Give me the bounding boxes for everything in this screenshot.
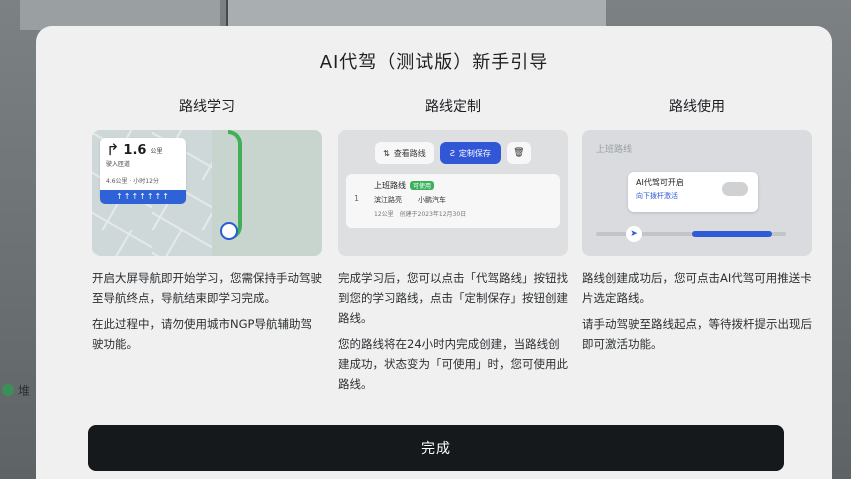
navigation-arrow-icon: ➤ [626, 226, 642, 242]
route-customize-illustration: ⇅ 查看路线 Ƨ 定制保存 🗑 1 上班路线 可使用 滨江路亮 小鹏汽车 12公… [338, 130, 568, 256]
column-route-customize: 路线定制 ⇅ 查看路线 Ƨ 定制保存 🗑 1 上班路线 可使用 滨江路亮 小鹏汽… [338, 96, 568, 394]
trash-icon: 🗑 [506, 142, 531, 164]
view-route-label: 查看路线 [393, 148, 426, 158]
vehicle-position-icon [220, 222, 238, 240]
route-created: 创建于2023年12月30日 [399, 211, 467, 218]
custom-save-label: 定制保存 [458, 148, 491, 158]
column-paragraph: 请手动驾驶至路线起点，等待拨杆提示出现后即可激活功能。 [582, 317, 812, 351]
route-status-badge: 可使用 [410, 181, 435, 190]
column-paragraph: 完成学习后，您可以点击「代驾路线」按钮找到您的学习路线，点击「定制保存」按钮创建… [338, 271, 568, 325]
push-route-label: 上班路线 [596, 145, 633, 155]
car-icon [722, 182, 748, 196]
column-title: 路线使用 [669, 99, 725, 115]
column-paragraph: 在此过程中，请勿使用城市NGP导航辅助驾驶功能。 [92, 317, 312, 351]
column-paragraph: 路线创建成功后，您可点击AI代驾可用推送卡片选定路线。 [582, 271, 812, 305]
route-index: 1 [354, 194, 360, 203]
done-button[interactable]: 完成 [88, 425, 784, 471]
route-icon: ⇅ [383, 148, 390, 158]
view-route-button: ⇅ 查看路线 [375, 142, 434, 164]
column-paragraph: 开启大屏导航即开始学习，您需保持手动驾驶至导航终点，导航结束即学习完成。 [92, 271, 322, 305]
nav-eta: 4.6公里 · 小时12分 [106, 178, 159, 185]
location-dot-icon [2, 384, 14, 396]
route-length: 12公里 [374, 211, 394, 218]
route-end: 小鹏汽车 [418, 196, 446, 204]
nav-distance: 1.6 [123, 142, 147, 158]
background-side-text: 堆 [18, 383, 31, 398]
route-name: 上班路线 [374, 181, 406, 190]
route-save-icon: Ƨ [449, 148, 455, 158]
push-progress-fill [692, 231, 772, 237]
nav-distance-unit: 公里 [150, 147, 163, 155]
custom-save-button: Ƨ 定制保存 [439, 142, 501, 164]
modal-title: AI代驾（测试版）新手引导 [319, 52, 549, 73]
route-card: 1 上班路线 可使用 滨江路亮 小鹏汽车 12公里 创建于2023年12月30日 [346, 174, 560, 228]
column-route-use: 路线使用 上班路线 AI代驾可开启 向下拨杆激活 ➤ 路线创建成功后，您可点击A… [582, 96, 812, 354]
route-start: 滨江路亮 [374, 196, 402, 204]
turn-arrow-icon: ↱ [106, 140, 120, 159]
route-use-illustration: 上班路线 AI代驾可开启 向下拨杆激活 ➤ [582, 130, 812, 256]
push-card: AI代驾可开启 向下拨杆激活 [628, 172, 758, 212]
guide-modal: AI代驾（测试版）新手引导 路线学习 ↱ 1.6 公里 驶入匝道 4.6公里 ·… [36, 26, 832, 479]
route-learning-illustration: ↱ 1.6 公里 驶入匝道 4.6公里 · 小时12分 ↑↑↑↑↑↑↑ [92, 130, 322, 256]
column-paragraph: 您的路线将在24小时内完成创建，当路线创建成功，状态变为「可使用」时，您可使用此… [338, 337, 568, 391]
column-title: 路线定制 [425, 99, 481, 115]
column-title: 路线学习 [179, 99, 235, 115]
background-side-label: 堆 [0, 380, 36, 400]
column-route-learning: 路线学习 ↱ 1.6 公里 驶入匝道 4.6公里 · 小时12分 ↑↑↑↑↑↑↑… [92, 96, 322, 354]
lane-guidance: ↑↑↑↑↑↑↑ [100, 190, 186, 204]
nav-road-name: 驶入匝道 [106, 161, 131, 168]
